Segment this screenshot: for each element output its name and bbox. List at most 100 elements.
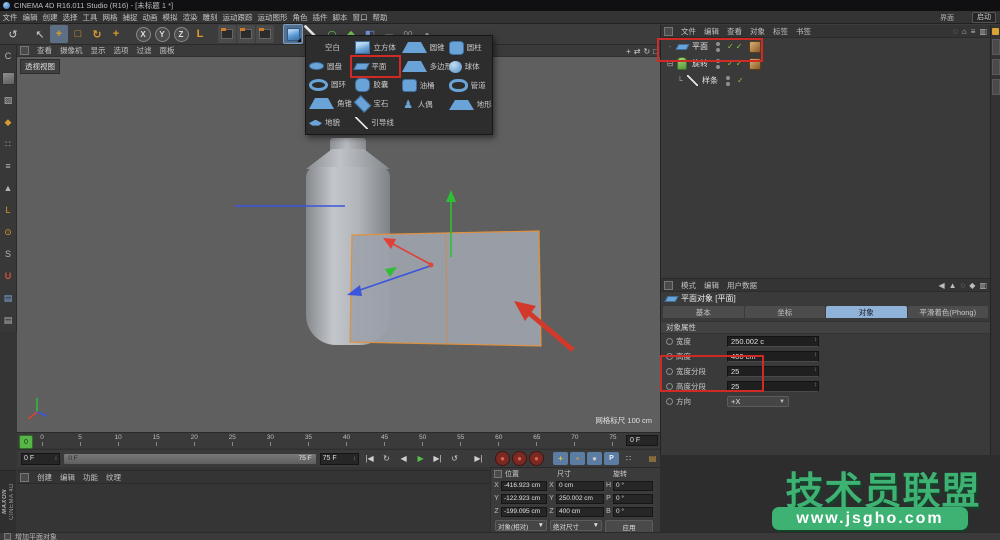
attribute-tab[interactable]: 基本 <box>663 306 744 318</box>
menu-item[interactable]: 角色 <box>290 12 310 23</box>
size-mode-dropdown[interactable]: 绝对尺寸 ▼ <box>550 520 602 531</box>
transport-button[interactable]: ● <box>529 451 545 466</box>
menu-item[interactable]: 窗口 <box>350 12 370 23</box>
width-segments-input[interactable]: 25 ↕ <box>727 366 819 377</box>
primitive-menu-item[interactable]: 多边形 <box>399 57 452 76</box>
timeline-frame-field[interactable]: 0 F <box>626 435 658 446</box>
lock-icon[interactable]: ◆ <box>969 281 975 290</box>
transport-button[interactable]: ▶ <box>413 452 428 465</box>
position-z-input[interactable]: -199.095 cm <box>501 506 547 517</box>
viewport-menu-item[interactable]: 显示 <box>87 45 110 56</box>
model-mode-icon[interactable] <box>0 67 17 89</box>
position-x-input[interactable]: -416.923 cm <box>501 480 547 491</box>
coord-mode-dropdown[interactable]: 对象(相对) ▼ <box>495 520 547 531</box>
timeline-playhead[interactable]: 0 <box>19 435 33 449</box>
start-frame-field[interactable]: 0 F ↕ <box>21 452 61 465</box>
material-menu-item[interactable]: 功能 <box>79 472 102 483</box>
object-row-lathe[interactable]: ⊟ 旋转 ✓ ✓ <box>661 55 990 72</box>
back-arrow-icon[interactable]: ◀ <box>938 281 944 290</box>
transport-button[interactable]: ▪ <box>570 452 586 465</box>
viewport-corner-icon[interactable]: + <box>626 47 631 56</box>
viewport-menu-item[interactable]: 选项 <box>110 45 133 56</box>
menu-item[interactable]: 帮助 <box>370 12 390 23</box>
workplane-mode-icon[interactable]: ◆ <box>0 111 17 133</box>
search-icon[interactable]: ◌ <box>953 27 958 36</box>
menu-item[interactable]: 脚本 <box>330 12 350 23</box>
enable-check-icon[interactable]: ✓ <box>736 42 743 51</box>
attribute-tab[interactable]: 坐标 <box>744 306 825 318</box>
search-icon[interactable]: ◌ <box>961 281 966 290</box>
transport-button[interactable]: |◀ <box>362 452 377 465</box>
render-view-button[interactable] <box>218 25 236 43</box>
rotate-tool-icon[interactable]: ↻ <box>88 25 106 43</box>
visibility-dots[interactable] <box>716 58 721 69</box>
material-menu-item[interactable]: 编辑 <box>56 472 79 483</box>
timeline-scrubber[interactable]: 0 F 75 F <box>63 452 317 465</box>
primitive-menu-item[interactable]: 地貌 <box>306 113 352 132</box>
filter-icon[interactable]: ≡ <box>971 27 976 36</box>
rotation-b-input[interactable]: 0 ° <box>613 506 653 517</box>
viewport-menu-item[interactable]: 过滤 <box>133 45 156 56</box>
size-x-input[interactable]: 0 cm <box>556 480 604 491</box>
dock-tab[interactable] <box>991 39 1000 55</box>
size-y-input[interactable]: 250.002 cm <box>556 493 604 504</box>
enable-check-icon[interactable]: ✓ <box>727 42 734 51</box>
render-picture-viewer-button[interactable] <box>237 25 255 43</box>
size-z-input[interactable]: 400 cm <box>556 506 604 517</box>
transport-button[interactable]: P <box>604 452 620 465</box>
panel-icon[interactable] <box>664 280 673 290</box>
object-name[interactable]: 旋转 <box>692 58 708 69</box>
menu-item[interactable]: 雕刻 <box>200 12 220 23</box>
transport-button[interactable]: ◀ <box>396 452 411 465</box>
rotation-h-input[interactable]: 0 ° <box>613 480 653 491</box>
viewport-corner-icon[interactable]: □ <box>653 47 658 56</box>
viewport-solo-icon[interactable]: ⊙ <box>0 221 17 243</box>
last-tool-icon[interactable]: + <box>107 25 125 43</box>
primitive-dropdown-button[interactable] <box>283 24 303 44</box>
frame-icon[interactable]: ▥ <box>979 27 987 36</box>
width-input[interactable]: 250.002 c ↕ <box>727 336 819 347</box>
primitive-menu-item[interactable]: 人偶 <box>399 95 446 114</box>
rotation-p-input[interactable]: 0 ° <box>613 493 653 504</box>
object-manager-menu-item[interactable]: 查看 <box>723 26 746 37</box>
height-segments-input[interactable]: 25 ↕ <box>727 381 819 392</box>
primitive-menu-item[interactable]: 圆柱 <box>446 38 492 57</box>
visibility-dots[interactable] <box>726 75 731 86</box>
menu-item[interactable]: 运动跟踪 <box>220 12 255 23</box>
menu-item[interactable]: 网格 <box>100 12 120 23</box>
material-menu-item[interactable]: 纹理 <box>102 472 125 483</box>
material-menu-item[interactable]: 创建 <box>33 472 56 483</box>
enable-check-icon[interactable]: ✓ <box>727 59 734 68</box>
primitive-menu-item[interactable]: 球体 <box>446 57 492 76</box>
primitive-menu-item[interactable]: 油桶 <box>399 76 446 95</box>
enable-check-icon[interactable]: ✓ <box>736 59 743 68</box>
undo-icon[interactable]: ↺ <box>4 25 22 43</box>
viewport-menu-item[interactable]: 查看 <box>33 45 56 56</box>
anim-dot-icon[interactable] <box>666 398 673 405</box>
menu-item[interactable]: 插件 <box>310 12 330 23</box>
locked-workplane-icon[interactable]: ▤ <box>0 309 17 331</box>
orientation-dropdown[interactable]: +X ▼ <box>727 396 789 407</box>
attribute-tab[interactable]: 平滑着色(Phong) <box>907 306 988 318</box>
primitive-menu-item[interactable]: 引导线 <box>352 113 398 132</box>
transport-button[interactable]: ∷ <box>621 452 636 465</box>
menu-item[interactable]: 工具 <box>80 12 100 23</box>
move-tool-icon[interactable]: + <box>50 25 68 43</box>
phong-tag-icon[interactable] <box>749 57 762 70</box>
snap-magnet-icon[interactable]: U <box>0 265 17 287</box>
visibility-dots[interactable] <box>716 41 721 52</box>
menu-item[interactable]: 创建 <box>40 12 60 23</box>
points-mode-icon[interactable]: ∷ <box>0 133 17 155</box>
dock-tab[interactable] <box>991 59 1000 75</box>
workplane-icon[interactable]: ▤ <box>0 287 17 309</box>
anim-dot-icon[interactable] <box>666 383 673 390</box>
object-manager-menu-item[interactable]: 标签 <box>769 26 792 37</box>
menu-item[interactable]: 渲染 <box>180 12 200 23</box>
transport-button[interactable]: ↻ <box>379 452 394 465</box>
object-manager-menu-item[interactable]: 文件 <box>677 26 700 37</box>
render-settings-button[interactable] <box>256 25 274 43</box>
frame-icon[interactable]: ▥ <box>979 281 987 290</box>
menu-item[interactable]: 模拟 <box>160 12 180 23</box>
viewport-menu-item[interactable]: 面板 <box>156 45 179 56</box>
enable-check-icon[interactable]: ✓ <box>737 76 744 85</box>
